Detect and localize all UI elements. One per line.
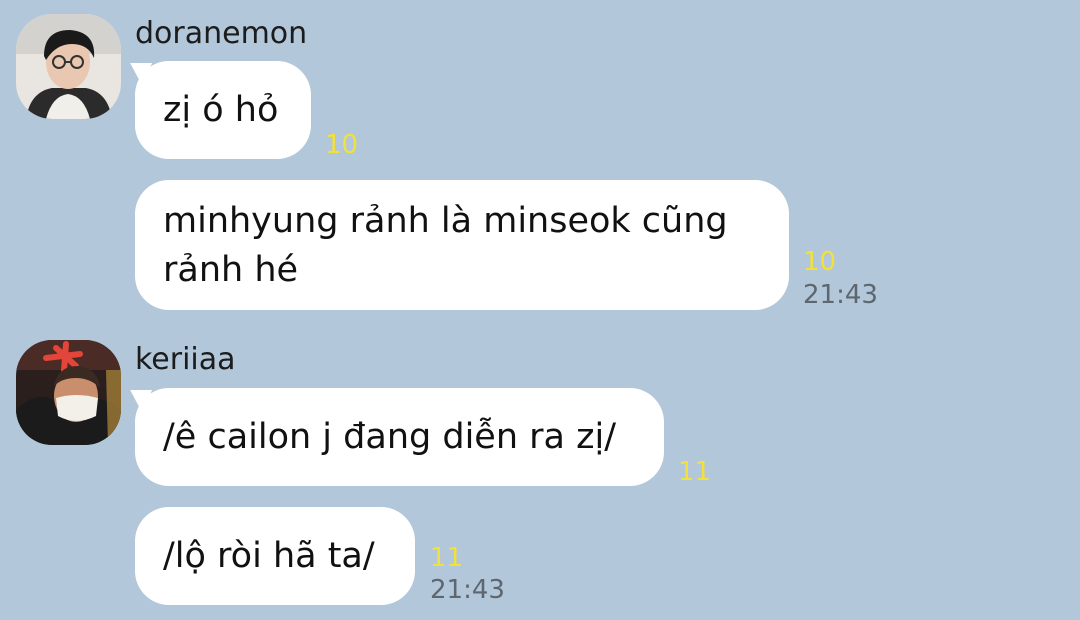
avatar-doranemon[interactable]: [16, 14, 121, 119]
unread-count: 10: [325, 130, 359, 160]
message-text: zị ó hỏ: [163, 89, 279, 130]
message-bubble[interactable]: zị ó hỏ: [135, 61, 311, 159]
message-bubble[interactable]: /lộ ròi hã ta/: [135, 507, 415, 605]
sender-name: keriiaa: [135, 342, 236, 377]
unread-count: 11: [678, 457, 712, 487]
message-text-line: minhyung rảnh là minseok cũng: [163, 201, 728, 241]
message-text: /lộ ròi hã ta/: [163, 535, 375, 576]
message-text: /ê cailon j đang diễn ra zị/: [163, 416, 616, 457]
unread-count: 10: [803, 247, 837, 277]
message-text-line: rảnh hé: [163, 250, 299, 290]
message-timestamp: 21:43: [803, 280, 878, 310]
unread-count: 11: [430, 543, 464, 573]
sender-name: doranemon: [135, 16, 308, 51]
avatar-photo-icon: [16, 14, 121, 119]
message-timestamp: 21:43: [430, 575, 505, 605]
message-bubble[interactable]: /ê cailon j đang diễn ra zị/: [135, 388, 664, 486]
message-bubble[interactable]: minhyung rảnh là minseok cũng rảnh hé: [135, 180, 789, 310]
avatar-keriiaa[interactable]: [16, 340, 121, 445]
avatar-photo-icon: [16, 340, 121, 445]
